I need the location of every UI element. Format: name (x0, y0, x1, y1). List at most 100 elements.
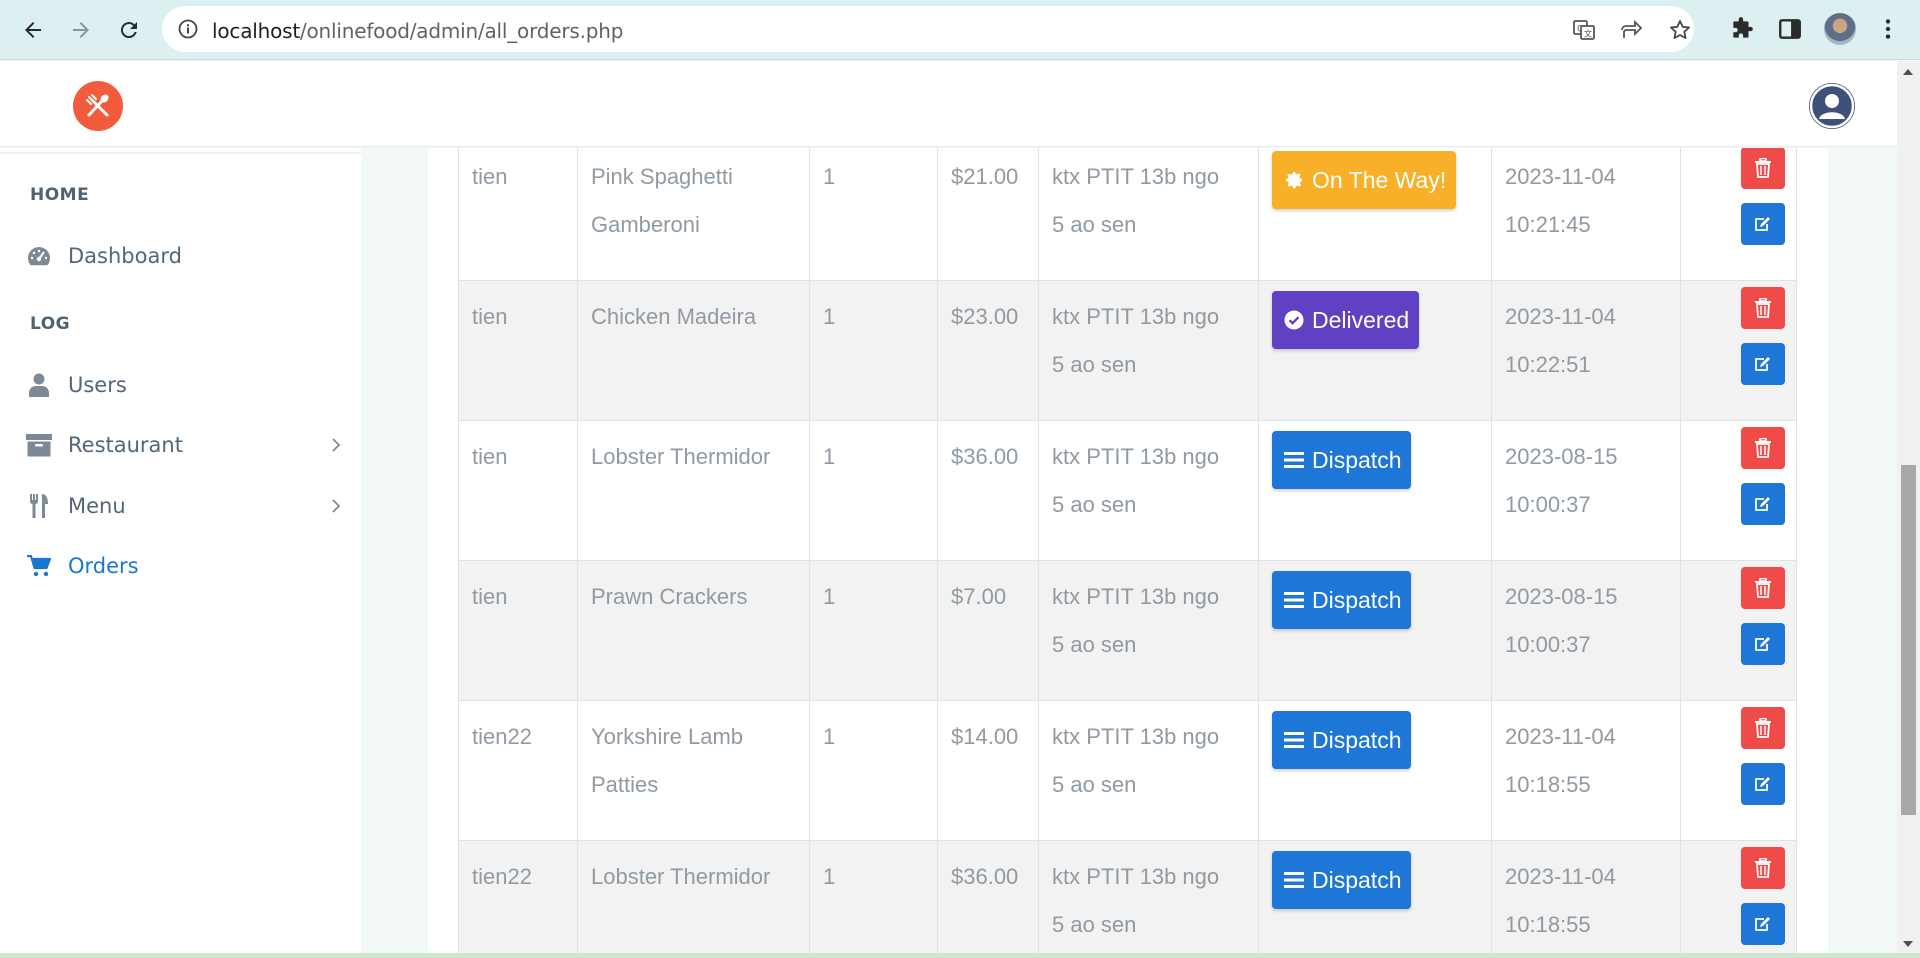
edit-icon (1755, 497, 1770, 511)
order-row: tien Lobster Thermidor 1 $36.00 ktx PTIT 13b… (458, 420, 1797, 561)
sidebar-item-restaurant[interactable]: Restaurant (26, 425, 346, 465)
order-title: Chicken Madeira (577, 280, 810, 421)
order-user-text: tien (472, 304, 508, 329)
order-user: tien (458, 280, 578, 421)
star-icon[interactable] (1668, 18, 1692, 42)
order-quantity: 1 (809, 560, 938, 701)
reload-button[interactable] (111, 12, 147, 48)
status-label: Dispatch (1312, 867, 1402, 893)
forward-button[interactable] (63, 12, 99, 48)
order-actions (1680, 840, 1797, 958)
order-title-line1: Lobster Thermidor (591, 864, 771, 889)
order-address-line1: ktx PTIT 13b ngo (1052, 164, 1220, 189)
status-button[interactable]: Dispatch (1272, 851, 1412, 909)
status-label: Dispatch (1312, 587, 1402, 613)
order-title-line1: Chicken Madeira (591, 304, 757, 329)
order-quantity-text: 1 (823, 164, 836, 189)
sidebar-item-label: Users (68, 373, 127, 397)
reload-icon (120, 22, 137, 39)
order-time-text: 10:18:55 (1505, 772, 1591, 797)
order-price-text: $36.00 (951, 864, 1019, 889)
url-host: localhost (212, 19, 300, 43)
order-address-line1: ktx PTIT 13b ngo (1052, 304, 1220, 329)
order-status: Delivered (1258, 280, 1492, 421)
trash-icon (1755, 578, 1771, 598)
order-address: ktx PTIT 13b ngo 5 ao sen (1038, 420, 1259, 561)
scrollbar-thumb[interactable] (1901, 465, 1916, 815)
order-price-text: $7.00 (951, 584, 1007, 609)
back-button[interactable] (15, 12, 51, 48)
order-status: Dispatch (1258, 840, 1492, 958)
order-user-text: tien22 (472, 864, 532, 889)
trash-icon (1755, 298, 1771, 318)
status-button[interactable]: Dispatch (1272, 571, 1412, 629)
order-title-line1: Pink Spaghetti (591, 164, 733, 189)
trash-icon (1755, 718, 1771, 738)
order-address-line1: ktx PTIT 13b ngo (1052, 444, 1220, 469)
order-address-line2: 5 ao sen (1052, 912, 1137, 937)
status-button[interactable]: Delivered (1272, 291, 1420, 349)
order-user-text: tien (472, 444, 508, 469)
order-quantity: 1 (809, 148, 938, 281)
user-avatar[interactable] (1809, 83, 1855, 129)
order-quantity: 1 (809, 280, 938, 421)
order-date-text: 2023-11-04 (1505, 864, 1616, 889)
edit-button[interactable] (1741, 623, 1785, 665)
page-scrollbar[interactable] (1897, 61, 1920, 958)
delete-button[interactable] (1741, 427, 1785, 469)
delete-button[interactable] (1741, 148, 1785, 189)
translate-icon[interactable]: G文 (1572, 18, 1596, 42)
sidebar-item-dashboard[interactable]: Dashboard (26, 236, 346, 276)
delete-button[interactable] (1741, 287, 1785, 329)
sidebar-item-label: Menu (68, 494, 126, 518)
order-row: tien Pink Spaghetti Gamberoni 1 $21.00 ktx PT… (458, 148, 1797, 281)
more-menu-icon[interactable] (1875, 16, 1901, 42)
order-price-text: $36.00 (951, 444, 1019, 469)
order-address: ktx PTIT 13b ngo 5 ao sen (1038, 280, 1259, 421)
trash-icon (1755, 158, 1771, 178)
status-button[interactable]: Dispatch (1272, 431, 1412, 489)
delete-button[interactable] (1741, 707, 1785, 749)
edit-button[interactable] (1741, 343, 1785, 385)
edit-button[interactable] (1741, 903, 1785, 945)
order-address-line2: 5 ao sen (1052, 352, 1137, 377)
sidebar-item-orders[interactable]: Orders (26, 546, 346, 586)
order-user-text: tien (472, 584, 508, 609)
sidebar-item-users[interactable]: Users (26, 365, 346, 405)
order-address-line1: ktx PTIT 13b ngo (1052, 864, 1220, 889)
order-address-line1: ktx PTIT 13b ngo (1052, 724, 1220, 749)
edit-icon (1755, 217, 1770, 231)
status-button[interactable]: Dispatch (1272, 711, 1412, 769)
status-button[interactable]: On The Way! (1272, 151, 1457, 209)
order-title-line2: Gamberoni (591, 212, 700, 237)
edit-icon (1755, 917, 1770, 931)
bars-icon (1284, 732, 1304, 748)
status-label: Dispatch (1312, 447, 1402, 473)
scroll-up-arrow[interactable] (1903, 69, 1913, 75)
order-date: 2023-11-04 10:21:45 (1491, 148, 1681, 281)
address-bar[interactable]: localhost/onlinefood/admin/all_orders.ph… (162, 6, 1694, 52)
order-user-text: tien22 (472, 724, 532, 749)
edit-button[interactable] (1741, 763, 1785, 805)
brand-logo[interactable] (73, 81, 123, 131)
order-user: tien22 (458, 840, 578, 958)
order-status: Dispatch (1258, 700, 1492, 841)
sidebar-item-menu[interactable]: Menu (26, 486, 346, 526)
share-icon[interactable] (1620, 18, 1644, 42)
delete-button[interactable] (1741, 567, 1785, 609)
utensils-logo-icon (86, 94, 109, 117)
gear-icon (1286, 172, 1302, 189)
edit-button[interactable] (1741, 483, 1785, 525)
order-title-line1: Yorkshire Lamb (591, 724, 744, 749)
order-title: Pink Spaghetti Gamberoni (577, 148, 810, 281)
edit-button[interactable] (1741, 203, 1785, 245)
browser-profile-avatar[interactable] (1824, 13, 1856, 45)
side-panel-icon[interactable] (1777, 16, 1803, 42)
order-actions (1680, 280, 1797, 421)
delete-button[interactable] (1741, 847, 1785, 889)
order-user: tien (458, 560, 578, 701)
scroll-down-arrow[interactable] (1903, 941, 1913, 947)
order-address-line2: 5 ao sen (1052, 492, 1137, 517)
extensions-icon[interactable] (1729, 16, 1755, 42)
order-time-text: 10:22:51 (1505, 352, 1591, 377)
